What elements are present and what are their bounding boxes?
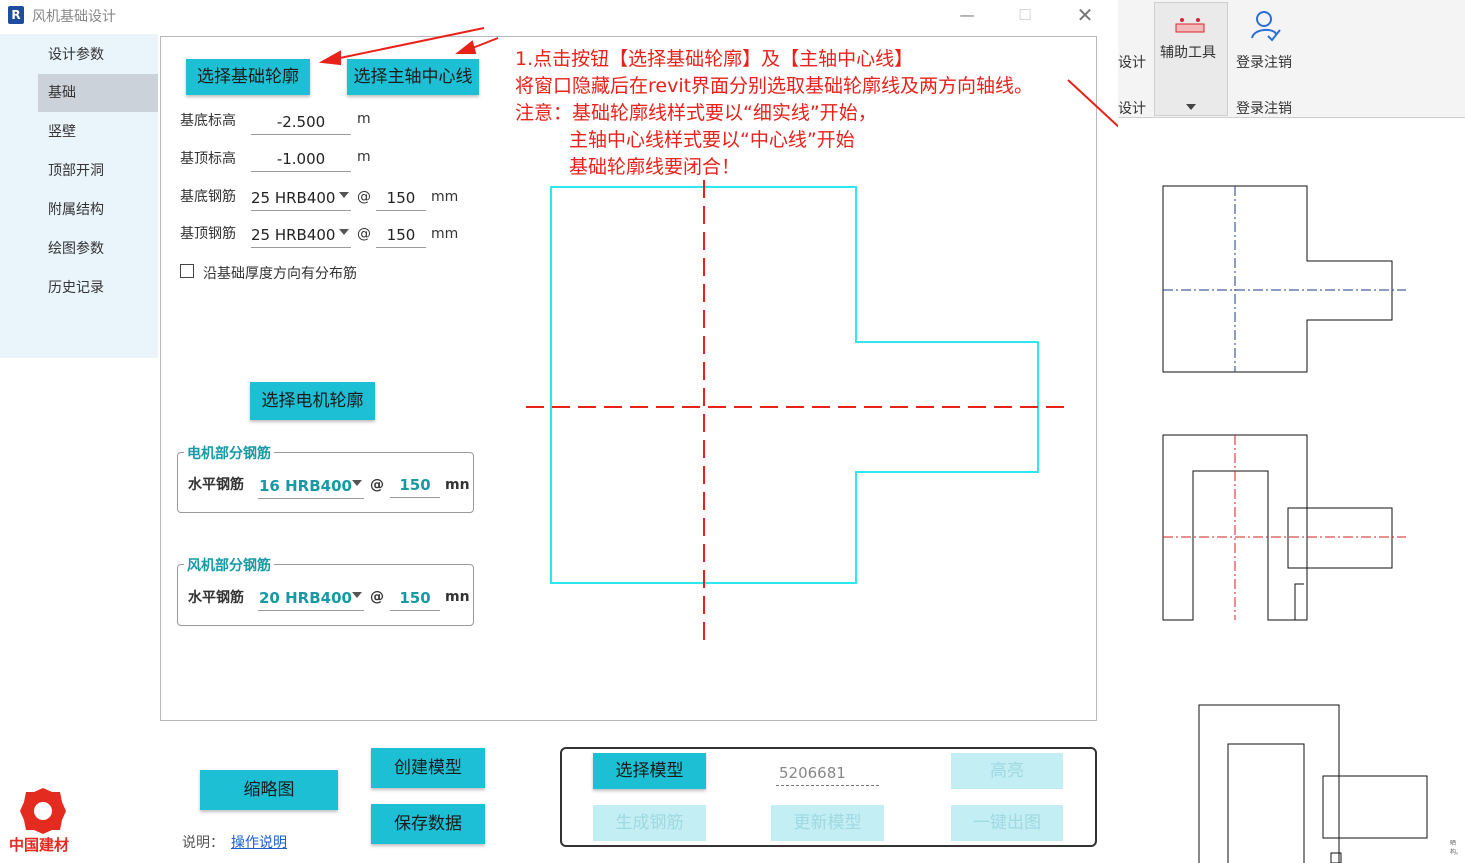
select-model-button[interactable]: 选择模型	[593, 753, 706, 789]
create-model-button[interactable]: 创建模型	[371, 748, 485, 788]
login-button-label[interactable]: 登录注销	[1236, 52, 1292, 72]
login-group-label: 登录注销	[1236, 101, 1292, 117]
ribbon-design-label[interactable]: 设计	[1118, 52, 1146, 72]
foundation-section-view	[1162, 434, 1406, 621]
aux-tools-label[interactable]: 辅助工具	[1160, 42, 1216, 62]
foundation-outline-preview	[526, 180, 1064, 647]
foundation-elevation-view	[1198, 704, 1428, 863]
revit-drawing-canvas[interactable]	[1118, 119, 1465, 863]
brand-text: 中国建材	[9, 836, 70, 854]
user-check-icon[interactable]	[1248, 8, 1282, 42]
thumbnail-button[interactable]: 缩略图	[200, 770, 338, 810]
update-model-button[interactable]: 更新模型	[771, 805, 884, 841]
highlight-button[interactable]: 高亮	[951, 753, 1063, 789]
generate-rebar-button[interactable]: 生成钢筋	[593, 805, 706, 841]
cnbm-logo	[20, 788, 66, 834]
ribbon-design-group-label: 设计	[1118, 101, 1146, 117]
revit-tiny-hint: 晒构。	[1450, 840, 1463, 856]
ruler-tool-icon	[1175, 18, 1205, 33]
foundation-plan-view	[1162, 185, 1406, 373]
help-prefix: 说明：	[182, 835, 224, 851]
help-link[interactable]: 操作说明	[231, 832, 287, 852]
save-data-button[interactable]: 保存数据	[371, 804, 485, 844]
one-click-drawing-button[interactable]: 一键出图	[951, 805, 1063, 841]
chevron-down-icon[interactable]	[1186, 104, 1196, 110]
red-arrow-to-outline-button	[318, 27, 485, 66]
red-arrow-to-axis-button	[455, 37, 499, 54]
model-id-field[interactable]: 5206681	[776, 760, 879, 786]
